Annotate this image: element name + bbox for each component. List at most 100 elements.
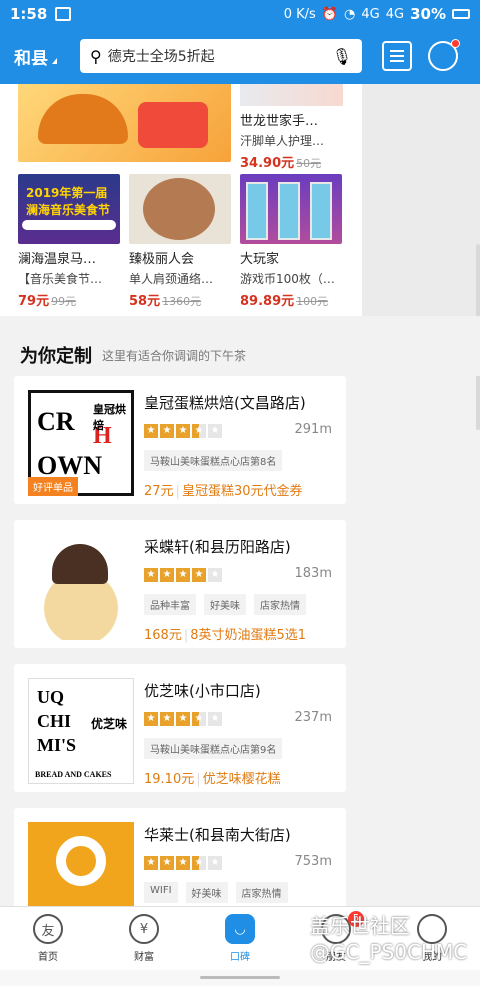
nav-wealth[interactable]: ¥ 财富: [96, 907, 192, 970]
product-subtitle: 【音乐美食节…: [18, 272, 103, 286]
shop-tags: 马鞍山美味蛋糕点心店第8名: [144, 450, 283, 471]
star-icon: ★: [208, 568, 222, 582]
shop-tag: 品种丰富: [144, 594, 196, 615]
shop-card[interactable]: 华莱士(和县南大街店) ★ ★ ★ ★ ★ 753m WIFI 好美味 店家热情: [14, 808, 346, 906]
signal-2: 4G: [385, 6, 405, 22]
star-icon: ★: [144, 568, 158, 582]
star-icon: ★: [192, 424, 206, 438]
star-icon: ★: [176, 856, 190, 870]
net-speed: 0 K/s: [283, 6, 316, 22]
banner-text: 2019年第一届 澜海音乐美食节: [26, 186, 111, 217]
shop-name: 华莱士(和县南大街店): [144, 826, 291, 844]
star-rating: ★ ★ ★ ★ ★: [144, 568, 222, 582]
product-price: 89.89元 100元: [240, 290, 344, 309]
shop-thumbnail: [28, 822, 134, 906]
shop-card[interactable]: UQ CHI MI'S 优芝味 BREAD AND CAKES 优芝味(小市口店…: [14, 664, 346, 792]
product-price: 58元 1360元: [129, 290, 233, 309]
shop-deal[interactable]: 19.10元 | 优芝味樱花糕: [144, 768, 281, 787]
star-icon: ★: [144, 712, 158, 726]
uqchimis-logo: UQ CHI MI'S 优芝味 BREAD AND CAKES: [28, 678, 134, 784]
section-title: 为你定制: [20, 346, 92, 367]
shop-tags: WIFI 好美味 店家热情: [144, 882, 288, 903]
profile-button[interactable]: [428, 39, 460, 71]
product-card[interactable]: 大玩家 游戏币100枚（… 89.89元 100元: [240, 174, 344, 309]
microphone-icon[interactable]: 🎙: [332, 47, 352, 66]
shop-distance: 291m: [294, 422, 332, 437]
product-card[interactable]: 世龙世家手… 汗脚单人护理… 34.90元 50元: [240, 84, 344, 171]
star-rating: ★ ★ ★ ★ ★: [144, 856, 222, 870]
product-subtitle: 汗脚单人护理…: [240, 134, 325, 148]
yuan-icon: ¥: [129, 914, 159, 944]
star-icon: ★: [176, 568, 190, 582]
shop-card[interactable]: 采蝶轩(和县历阳路店) ★ ★ ★ ★ ★ 183m 品种丰富 好美味 店家热情 168…: [14, 520, 346, 648]
shop-tag: 马鞍山美味蛋糕点心店第9名: [144, 738, 283, 759]
list-icon: [390, 50, 404, 52]
star-rating: ★ ★ ★ ★ ★: [144, 712, 222, 726]
star-icon: ★: [160, 424, 174, 438]
shop-tag: 店家热情: [235, 882, 288, 903]
product-title: 澜海温泉马…: [18, 252, 97, 267]
star-icon: ★: [160, 568, 174, 582]
nav-label: 口碑: [230, 952, 250, 963]
shop-deal[interactable]: 168元 | 8英寸奶油蛋糕5选1: [144, 624, 306, 643]
star-icon: ★: [208, 856, 222, 870]
promo-banner[interactable]: [18, 84, 231, 162]
notification-icon: [55, 7, 72, 21]
shop-card[interactable]: CR H 皇冠烘焙 OWN 好评单品 皇冠蛋糕烘焙(文昌路店) ★ ★ ★ ★ ★ 29…: [14, 376, 346, 504]
side-panel: [362, 84, 480, 316]
section-subtitle: 这里有适合你调调的下午茶: [102, 349, 247, 363]
star-icon: ★: [176, 424, 190, 438]
status-time: 1:58: [10, 5, 48, 23]
product-image: [240, 174, 342, 244]
shop-tag: 马鞍山美味蛋糕点心店第8名: [144, 450, 283, 471]
search-bar[interactable]: ⚲ 德克士全场5折起 🎙: [80, 39, 362, 73]
shop-thumbnail: UQ CHI MI'S 优芝味 BREAD AND CAKES: [28, 678, 134, 784]
product-title: 世龙世家手…: [240, 114, 319, 129]
shop-distance: 183m: [294, 566, 332, 581]
shop-thumbnail: [28, 534, 134, 640]
watermark-handle: @GC_PS0CHMC: [310, 940, 468, 964]
home-indicator[interactable]: [200, 976, 280, 979]
star-icon: ★: [144, 856, 158, 870]
home-icon: 友: [33, 914, 63, 944]
product-image: [129, 174, 231, 244]
shop-name: 采蝶轩(和县历阳路店): [144, 538, 291, 556]
wallace-logo: [28, 822, 134, 906]
system-nav-bar: [0, 970, 480, 986]
original-price: 100元: [296, 295, 329, 308]
city-selector[interactable]: 和县: [14, 44, 80, 69]
signal-1: 4G: [361, 6, 380, 22]
product-image: [240, 84, 343, 106]
status-bar: 1:58 0 K/s ⏰ ◔ 4G 4G 30%: [0, 0, 480, 28]
search-icon: ⚲: [90, 46, 102, 66]
current-price: 34.90元: [240, 156, 295, 171]
current-price: 79元: [18, 294, 50, 309]
recommend-grid: 世龙世家手… 汗脚单人护理… 34.90元 50元 2019年第一届 澜海音乐美食…: [0, 84, 362, 316]
city-name: 和县: [14, 48, 48, 69]
dropdown-triangle-icon: [52, 58, 57, 64]
top-header: 和县 ⚲ 德克士全场5折起 🎙: [0, 28, 480, 84]
banner-gift-image: [138, 102, 208, 148]
battery-percent: 30%: [410, 5, 446, 23]
shop-tag: 好美味: [204, 594, 246, 615]
shop-deal[interactable]: 27元 | 皇冠蛋糕30元代金券: [144, 480, 302, 499]
shop-thumbnail: CR H 皇冠烘焙 OWN 好评单品: [28, 390, 134, 496]
section-header: 为你定制 这里有适合你调调的下午茶: [0, 316, 480, 376]
product-card[interactable]: 2019年第一届 澜海音乐美食节 澜海温泉马… 【音乐美食节… 79元 99元: [18, 174, 122, 309]
star-icon: ★: [144, 424, 158, 438]
nav-home[interactable]: 友 首页: [0, 907, 96, 970]
product-card[interactable]: 臻极丽人会 单人肩颈通络… 58元 1360元: [129, 174, 233, 309]
list-button[interactable]: [382, 41, 412, 71]
good-review-badge: 好评单品: [28, 477, 78, 496]
shop-name: 皇冠蛋糕烘焙(文昌路店): [144, 394, 306, 412]
star-icon: ★: [192, 856, 206, 870]
nav-koubei[interactable]: ◡ 口碑: [192, 907, 288, 970]
star-icon: ★: [160, 712, 174, 726]
shop-tag: WIFI: [144, 882, 178, 903]
nav-label: 财富: [134, 952, 154, 963]
star-icon: ★: [208, 712, 222, 726]
search-placeholder: 德克士全场5折起: [107, 49, 215, 65]
original-price: 50元: [296, 157, 322, 170]
alarm-icon: ⏰: [321, 6, 339, 22]
wifi-icon: ◔: [344, 6, 356, 22]
